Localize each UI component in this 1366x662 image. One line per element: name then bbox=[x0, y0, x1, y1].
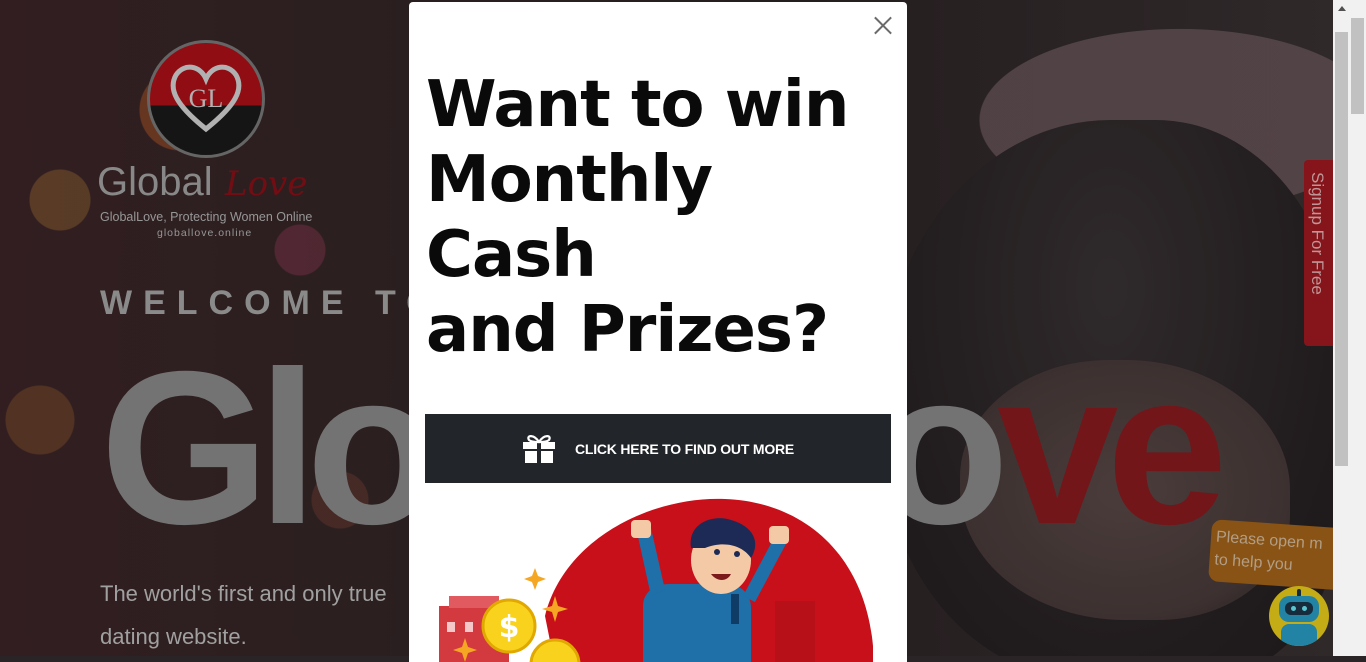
modal-headline: Want to win Monthly Cash and Prizes? bbox=[426, 68, 896, 368]
winner-with-coins-illustration: $ bbox=[439, 498, 873, 662]
headline-line-4: and Prizes? bbox=[426, 293, 829, 367]
find-out-more-label: CLICK HERE TO FIND OUT MORE bbox=[574, 440, 795, 457]
gift-icon bbox=[522, 434, 555, 463]
window-scrollbar[interactable] bbox=[1350, 0, 1366, 656]
scroll-up-arrow-icon[interactable] bbox=[1333, 0, 1350, 17]
page-scrollbar[interactable] bbox=[1333, 0, 1350, 656]
promo-modal: Want to win Monthly Cash and Prizes? CLI… bbox=[409, 2, 907, 662]
find-out-more-button[interactable]: CLICK HERE TO FIND OUT MORE bbox=[425, 414, 891, 483]
headline-line-1: Want to win bbox=[426, 68, 849, 142]
svg-text:$: $ bbox=[499, 610, 520, 645]
window-scrollbar-thumb[interactable] bbox=[1351, 18, 1364, 114]
scrollbar-thumb[interactable] bbox=[1335, 32, 1348, 466]
headline-line-3: Cash bbox=[426, 218, 597, 292]
headline-line-2: Monthly bbox=[426, 143, 713, 217]
close-icon[interactable] bbox=[869, 12, 897, 40]
